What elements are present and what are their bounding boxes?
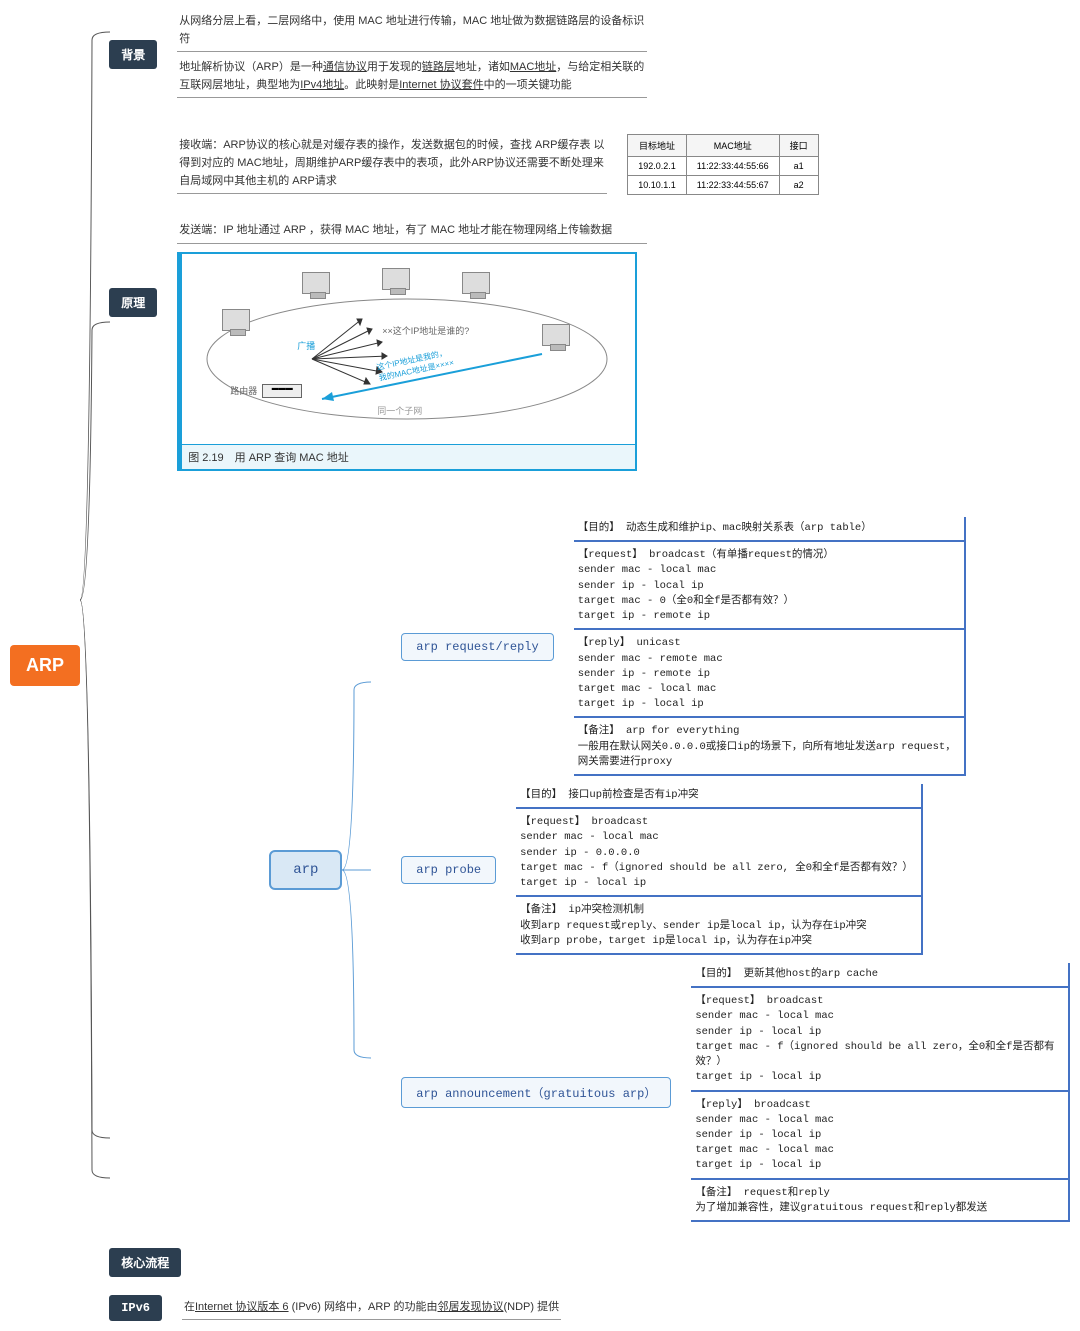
arp-sub-branch: arp probe 【目的】 接口up前检查是否有ip冲突【request】 br…	[401, 784, 1070, 955]
arp-sub-branch: arp announcement（gratuitous arp） 【目的】 更新其…	[401, 963, 1070, 1222]
branch-ipv6: IPv6 在Internet 协议版本 6 (IPv6) 网络中，ARP 的功能…	[109, 1295, 1070, 1321]
arp-sub-label[interactable]: arp probe	[401, 856, 496, 884]
computer-icon	[382, 268, 410, 290]
arp-cache-table: 目标地址 MAC地址 接口 192.0.2.1 11:22:33:44:55:6…	[627, 134, 818, 195]
detail-stack: 【目的】 接口up前检查是否有ip冲突【request】 broadcast s…	[516, 784, 923, 955]
detail-block: 【reply】 broadcast sender mac - local mac…	[691, 1094, 1068, 1180]
mindmap: ARP 背景 从网络分层上看，二层网络中，使用 MAC 地址进行传输，MAC 地…	[10, 10, 1070, 1321]
detail-block: 【request】 broadcast sender mac - local m…	[691, 990, 1068, 1091]
detail-block: 【目的】 动态生成和维护ip、mac映射关系表（arp table）	[574, 517, 964, 542]
recv-text: 接收端：ARP协议的核心就是对缓存表的操作，发送数据包的时候，查找 ARP缓存表…	[177, 134, 607, 194]
arp-subtree: arp arp request/reply 【目的】 动态生成和维护ip、mac映…	[269, 517, 1070, 1222]
subnet-label: 同一个子网	[377, 404, 422, 417]
diagram-caption: 图 2.19 用 ARP 查询 MAC 地址	[182, 444, 635, 469]
branch-label-background[interactable]: 背景	[109, 40, 157, 69]
table-header: MAC地址	[686, 135, 779, 157]
detail-block: 【reply】 unicast sender mac - remote mac …	[574, 632, 964, 718]
send-text: 发送端：IP 地址通过 ARP ，获得 MAC 地址，有了 MAC 地址才能在物…	[177, 219, 647, 244]
arp-sub-label[interactable]: arp request/reply	[401, 633, 553, 661]
computer-icon	[222, 309, 250, 331]
connector-icon	[342, 610, 371, 1130]
query-text: ××这个IP地址是谁的?	[382, 324, 469, 337]
broadcast-label: 广播	[297, 339, 315, 352]
root-connector	[80, 10, 109, 1321]
branch-core-flow: 核心流程	[109, 1248, 1070, 1277]
arp-query-diagram: ▬▬▬ 路由器 广播 ××这个IP地址是谁的? 这个IP地址是我的， 我的MAC…	[177, 252, 637, 471]
computer-icon	[302, 272, 330, 294]
router-icon: ▬▬▬	[262, 384, 302, 398]
root-node[interactable]: ARP	[10, 645, 80, 686]
branches: 背景 从网络分层上看，二层网络中，使用 MAC 地址进行传输，MAC 地址做为数…	[109, 10, 1070, 1321]
table-row: 192.0.2.1 11:22:33:44:55:66 a1	[628, 157, 818, 176]
detail-stack: 【目的】 更新其他host的arp cache【request】 broadca…	[691, 963, 1070, 1222]
detail-block: 【备注】 ip冲突检测机制 收到arp request或reply、sender…	[516, 899, 921, 955]
branch-label-principle[interactable]: 原理	[109, 288, 157, 317]
branch-label-core[interactable]: 核心流程	[109, 1248, 181, 1277]
ipv6-text: 在Internet 协议版本 6 (IPv6) 网络中，ARP 的功能由邻居发现…	[182, 1296, 561, 1321]
table-row: 10.10.1.1 11:22:33:44:55:67 a2	[628, 176, 818, 195]
branch-label-ipv6[interactable]: IPv6	[109, 1295, 162, 1321]
computer-icon	[462, 272, 490, 294]
table-header: 接口	[779, 135, 818, 157]
arp-sub-branch: arp request/reply 【目的】 动态生成和维护ip、mac映射关系表…	[401, 517, 1070, 776]
detail-block: 【request】 broadcast（有单播request的情况） sende…	[574, 544, 964, 630]
computer-icon	[542, 324, 570, 346]
arp-node[interactable]: arp	[269, 850, 342, 890]
detail-block: 【备注】 arp for everything 一般用在默认网关0.0.0.0或…	[574, 720, 964, 776]
detail-block: 【request】 broadcast sender mac - local m…	[516, 811, 921, 897]
branch-background: 背景 从网络分层上看，二层网络中，使用 MAC 地址进行传输，MAC 地址做为数…	[109, 10, 1070, 98]
router-label: 路由器	[230, 384, 257, 397]
detail-stack: 【目的】 动态生成和维护ip、mac映射关系表（arp table）【reque…	[574, 517, 966, 776]
detail-block: 【备注】 request和reply 为了增加兼容性，建议gratuitous …	[691, 1182, 1068, 1222]
detail-block: 【目的】 更新其他host的arp cache	[691, 963, 1068, 988]
table-header: 目标地址	[628, 135, 687, 157]
bg-text-2: 地址解析协议（ARP）是一种通信协议用于发现的链路层地址，诸如MAC地址，与给定…	[177, 56, 647, 98]
branch-principle: 原理 接收端：ARP协议的核心就是对缓存表的操作，发送数据包的时候，查找 ARP…	[109, 134, 1070, 471]
arp-sub-label[interactable]: arp announcement（gratuitous arp）	[401, 1077, 671, 1108]
detail-block: 【目的】 接口up前检查是否有ip冲突	[516, 784, 921, 809]
bg-text-1: 从网络分层上看，二层网络中，使用 MAC 地址进行传输，MAC 地址做为数据链路…	[177, 10, 647, 52]
